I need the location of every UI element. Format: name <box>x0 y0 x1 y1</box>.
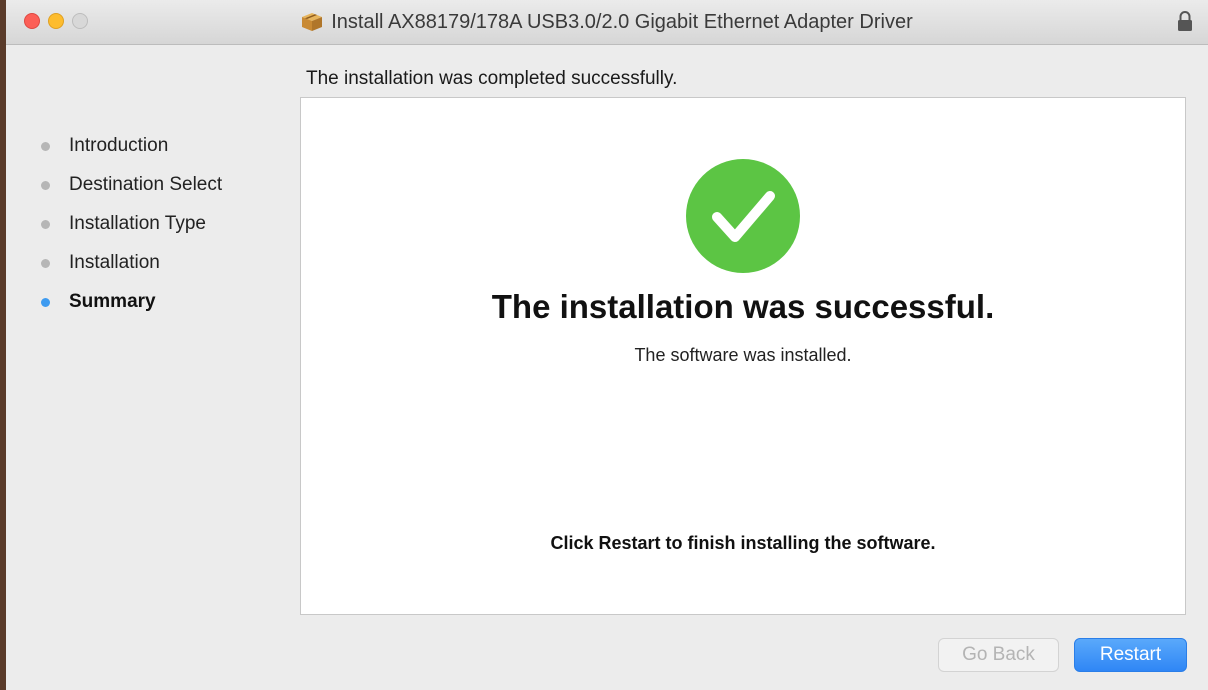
step-label: Summary <box>69 291 156 312</box>
step-introduction: Introduction <box>36 132 222 171</box>
step-bullet-icon <box>41 181 50 190</box>
step-label: Introduction <box>69 135 169 156</box>
step-destination-select: Destination Select <box>36 171 222 210</box>
step-bullet-icon <box>41 220 50 229</box>
package-icon <box>302 13 323 31</box>
restart-instruction: Click Restart to finish installing the s… <box>550 533 936 553</box>
window-title-group: Install AX88179/178A USB3.0/2.0 Gigabit … <box>6 0 1208 44</box>
step-installation: Installation <box>36 249 222 288</box>
go-back-button[interactable]: Go Back <box>938 638 1059 672</box>
result-headline: The installation was successful. <box>491 288 995 325</box>
summary-panel: The installation was successful. The sof… <box>300 97 1186 615</box>
window-title: Install AX88179/178A USB3.0/2.0 Gigabit … <box>331 10 913 33</box>
restart-button[interactable]: Restart <box>1074 638 1187 672</box>
step-label: Installation Type <box>69 213 206 234</box>
step-summary: Summary <box>36 288 222 327</box>
installer-window: Install AX88179/178A USB3.0/2.0 Gigabit … <box>0 0 1208 690</box>
title-bar[interactable]: Install AX88179/178A USB3.0/2.0 Gigabit … <box>6 0 1208 45</box>
step-label: Installation <box>69 252 160 273</box>
success-checkmark-icon <box>686 159 800 273</box>
lock-icon <box>1178 11 1192 31</box>
step-bullet-icon <box>41 259 50 268</box>
step-label: Destination Select <box>69 174 223 195</box>
current-step-bullet-icon <box>41 298 50 307</box>
step-bullet-icon <box>41 142 50 151</box>
installer-steps: Introduction Destination Select Installa… <box>36 132 222 327</box>
page-subtitle: The installation was completed successfu… <box>306 68 678 89</box>
result-detail: The software was installed. <box>634 345 852 365</box>
step-installation-type: Installation Type <box>36 210 222 249</box>
